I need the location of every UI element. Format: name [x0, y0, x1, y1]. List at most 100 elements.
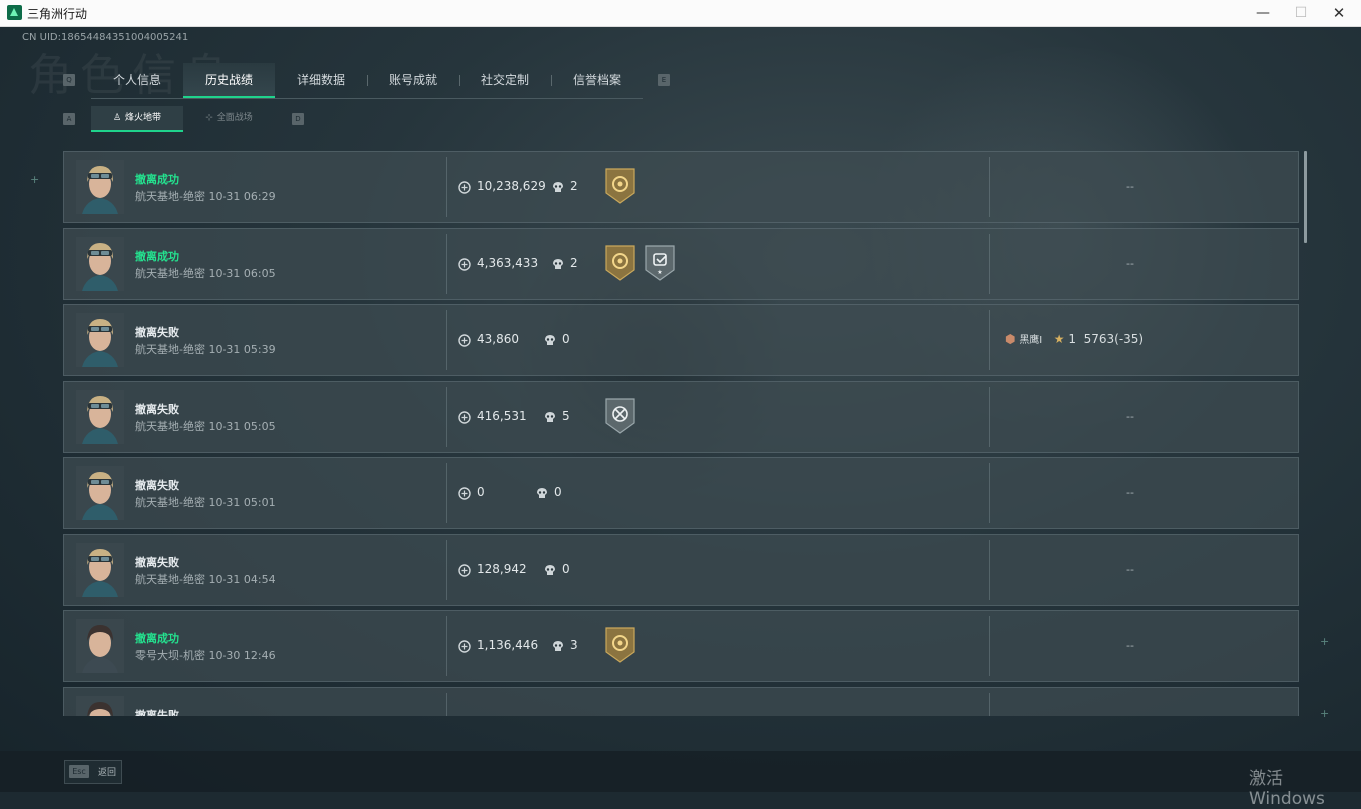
extraction-status: 撤离失败 — [135, 555, 179, 569]
rank-placeholder: -- — [1126, 409, 1134, 423]
rank-emblem-icon: ⬢ — [1005, 332, 1016, 346]
silver-cross-badge-icon[interactable] — [604, 397, 636, 435]
column-divider — [446, 310, 447, 370]
list-scrollbar[interactable] — [1304, 151, 1307, 243]
app-logo-icon — [7, 5, 22, 20]
value-coin-icon — [458, 179, 471, 198]
kills-skull-icon — [552, 638, 564, 657]
next-tab-key-hint: E — [658, 74, 670, 86]
subtab-label: 烽火地带 — [125, 113, 162, 123]
tab-match-history[interactable]: 历史战绩 — [183, 63, 275, 98]
extraction-status: 撤离成功 — [135, 173, 179, 186]
match-row[interactable]: 撤离成功 航天基地-绝密 10-31 06:29 10,238,629 2 -- — [63, 151, 1299, 223]
kills-skull-icon — [544, 562, 556, 581]
match-row[interactable]: 撤离失败 — [63, 686, 1299, 717]
operator-avatar — [76, 466, 124, 520]
column-divider — [989, 386, 990, 447]
column-divider — [989, 463, 990, 523]
close-button[interactable]: ✕ — [1320, 0, 1358, 26]
kill-count: 0 — [562, 561, 570, 576]
tab-social[interactable]: 社交定制 — [459, 63, 551, 97]
column-divider — [989, 310, 990, 370]
next-subtab-key-hint: D — [292, 113, 304, 125]
extraction-status: 撤离失败 — [135, 479, 179, 492]
extraction-status: 撤离成功 — [135, 632, 179, 645]
player-uid: CN UID:1865448435100400524​1 — [22, 32, 189, 43]
extracted-value: 4,363,433 — [477, 255, 539, 270]
kills-skull-icon — [552, 256, 564, 275]
rank-change: ⬢ 黑鹰I ★ 1 5763(-35) — [1005, 331, 1143, 346]
kill-count: 5 — [562, 408, 570, 423]
extracted-value: 0 — [477, 485, 485, 499]
main-tabs: 个人信息 历史战绩 详细数据 账号成就 社交定制 信誉档案 — [91, 63, 643, 99]
rank-placeholder: -- — [1126, 256, 1134, 270]
extracted-value: 128,942 — [477, 561, 527, 576]
value-coin-icon — [458, 485, 471, 504]
prev-tab-key-hint: Q — [63, 74, 75, 86]
maximize-button[interactable]: ☐ — [1282, 0, 1320, 26]
match-row[interactable]: 撤离成功 零号大坝-机密 10-30 12:46 1,136,446 3 -- — [63, 610, 1299, 682]
tab-achievements[interactable]: 账号成就 — [367, 63, 459, 97]
rank-stars: 1 — [1068, 332, 1076, 346]
esc-key-hint: Esc — [69, 765, 89, 778]
kills-skull-icon — [544, 332, 556, 351]
column-divider — [446, 386, 447, 447]
column-divider — [446, 463, 447, 523]
tab-detailed-stats[interactable]: 详细数据 — [275, 63, 367, 97]
minimize-button[interactable]: — — [1244, 0, 1282, 26]
operator-avatar — [76, 236, 124, 291]
back-button[interactable]: Esc 返回 — [64, 760, 122, 784]
gold-shield-badge-icon[interactable] — [604, 244, 636, 282]
map-and-time: 零号大坝-机密 10-30 12:46 — [135, 649, 276, 662]
subtab-extraction-mode[interactable]: ♙ 烽火地带 — [91, 106, 183, 132]
kill-count: 0 — [554, 485, 562, 499]
match-row[interactable]: 撤离失败 航天基地-绝密 10-31 05:39 43,860 0 ⬢ 黑鹰I ★ 1 … — [63, 304, 1299, 376]
kill-count: 2 — [570, 255, 578, 270]
extracted-value: 43,860 — [477, 332, 519, 346]
crosshair-decoration-icon: + — [1320, 707, 1330, 720]
rank-placeholder: -- — [1126, 562, 1134, 576]
column-divider — [446, 233, 447, 294]
rank-placeholder: -- — [1126, 639, 1134, 652]
map-and-time: 航天基地-绝密 10-31 05:39 — [135, 343, 276, 356]
extraction-status: 撤离成功 — [135, 249, 179, 263]
match-row[interactable]: 撤离失败 航天基地-绝密 10-31 05:01 0 0 -- — [63, 457, 1299, 529]
warfare-mode-icon: ⊹ — [205, 113, 213, 123]
match-row[interactable]: 撤离失败航天基地-绝密 10-31 04:54 128,942 0 -- — [63, 533, 1299, 606]
map-and-time: 航天基地-绝密 10-31 05:01 — [135, 496, 276, 509]
crosshair-decoration-icon: + — [30, 173, 40, 186]
column-divider — [989, 157, 990, 217]
gold-shield-badge-icon[interactable] — [604, 626, 636, 664]
kills-skull-icon — [552, 179, 564, 198]
crosshair-decoration-icon: + — [1320, 635, 1330, 648]
kill-count: 3 — [570, 638, 578, 652]
subtab-warfare-mode[interactable]: ⊹ 全面战场 — [183, 106, 275, 131]
tab-credit-record[interactable]: 信誉档案 — [551, 63, 643, 97]
silver-check-badge-icon[interactable]: ★ — [644, 244, 676, 282]
kills-skull-icon — [544, 409, 556, 428]
tab-personal-info[interactable]: 个人信息 — [91, 63, 183, 97]
map-and-time: 航天基地-绝密 10-31 06:29 — [135, 190, 276, 203]
prev-subtab-key-hint: A — [63, 113, 75, 125]
gold-shield-badge-icon[interactable] — [604, 167, 636, 205]
value-coin-icon — [458, 638, 471, 657]
extraction-status: 撤离失败 — [135, 708, 179, 717]
back-label: 返回 — [98, 768, 117, 778]
rank-score: 5763(-35) — [1083, 332, 1144, 346]
rank-star-icon: ★ — [1053, 332, 1065, 346]
rank-name: 黑鹰I — [1019, 335, 1043, 346]
match-row[interactable]: 撤离失败 航天基地-绝密 10-31 05:05 416,531 5 -- — [63, 380, 1299, 453]
column-divider — [989, 539, 990, 600]
operator-avatar — [76, 619, 124, 673]
column-divider — [446, 616, 447, 676]
value-coin-icon — [458, 332, 471, 351]
window-title: 三角洲行动 — [27, 7, 88, 21]
svg-text:★: ★ — [657, 269, 662, 276]
match-history-list[interactable]: 撤离成功 航天基地-绝密 10-31 06:29 10,238,629 2 -- 撤离成功… — [63, 151, 1299, 716]
extracted-value: 416,531 — [477, 408, 527, 423]
value-coin-icon — [458, 562, 471, 581]
map-and-time: 航天基地-绝密 10-31 04:54 — [135, 572, 276, 586]
rank-placeholder: -- — [1126, 180, 1134, 193]
extracted-value: 10,238,629 — [477, 179, 546, 193]
match-row[interactable]: 撤离成功 航天基地-绝密 10-31 06:05 4,363,433 2 ★ -- — [63, 227, 1299, 300]
